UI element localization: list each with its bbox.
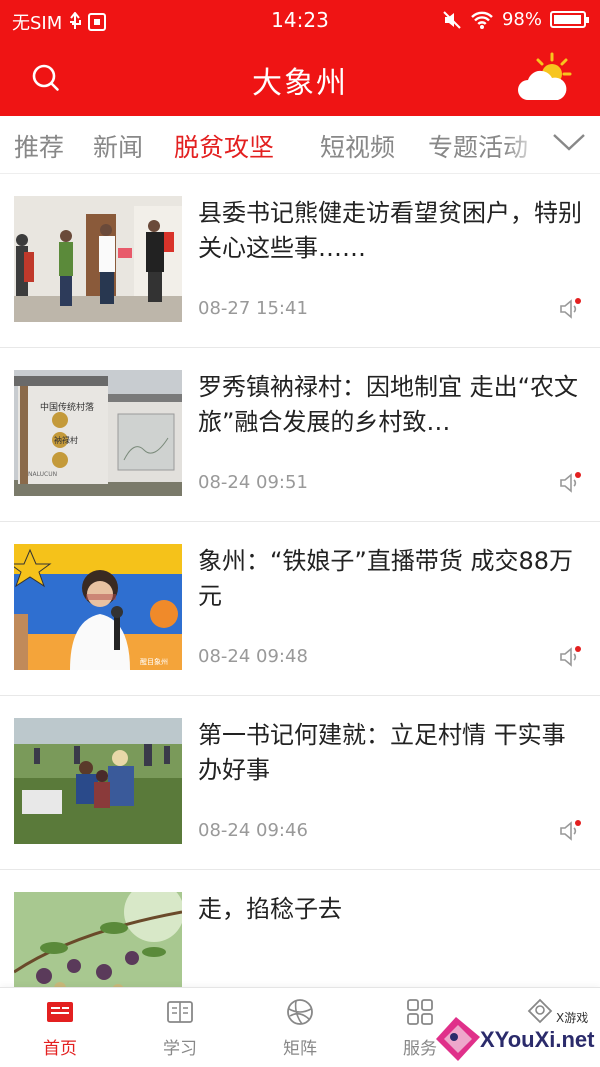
news-list: 县委书记熊健走访看望贫困户，特别关心这些事…… 08-27 15:41 中国传统… <box>0 174 600 1044</box>
status-bar: 无SIM 14:23 98% <box>0 0 600 40</box>
site-watermark: X游戏 XYouXi.net <box>430 1005 600 1067</box>
news-time: 08-27 15:41 <box>198 298 308 319</box>
home-news-icon <box>47 1002 73 1022</box>
tabbar-matrix[interactable]: 矩阵 <box>240 988 360 1067</box>
news-item[interactable]: 醒目象州 象州：“铁娘子”直播带货 成交88万元 08-24 09:48 <box>0 522 600 696</box>
news-headline: 罗秀镇衲禄村：因地制宜 走出“农文旅”融合发展的乡村致… <box>198 373 579 436</box>
tabbar-study[interactable]: 学习 <box>120 988 240 1067</box>
tab-poverty-alleviation[interactable]: 脱贫攻坚 <box>174 128 274 164</box>
tabbar-label: 学习 <box>163 1039 197 1059</box>
news-item[interactable]: 中国传统村落 衲禄村 NALUCUN 罗秀镇衲禄村：因地制宜 走出“农文旅”融合… <box>0 348 600 522</box>
news-headline: 象州：“铁娘子”直播带货 成交88万元 <box>198 547 574 610</box>
speaker-icon[interactable] <box>558 819 582 843</box>
mute-icon <box>443 10 461 29</box>
partly-sunny-icon[interactable] <box>514 50 572 106</box>
tabs-fade <box>504 116 544 173</box>
thumb-text: NALUCUN <box>28 471 57 478</box>
news-thumbnail <box>14 718 182 844</box>
watermark-small-text: X游戏 <box>556 1011 589 1025</box>
battery-percent: 98% <box>501 9 542 30</box>
tabbar-label: 矩阵 <box>283 1039 317 1059</box>
category-tabs: 推荐 新闻 脱贫攻坚 短视频 专题活动 <box>0 116 600 174</box>
chevron-down-icon <box>553 134 585 151</box>
news-headline: 县委书记熊健走访看望贫困户，特别关心这些事…… <box>198 199 582 262</box>
thumb-text: 中国传统村落 <box>40 401 94 413</box>
news-item[interactable]: 第一书记何建就：立足村情 干实事 办好事 08-24 09:46 <box>0 696 600 870</box>
thumb-text: 醒目象州 <box>140 657 168 666</box>
wifi-icon <box>471 11 493 29</box>
book-icon <box>167 1001 193 1023</box>
news-item[interactable]: 县委书记熊健走访看望贫困户，特别关心这些事…… 08-27 15:41 <box>0 174 600 348</box>
battery-icon <box>550 11 589 28</box>
watermark-logo-icon <box>436 1017 480 1061</box>
news-time: 08-24 09:46 <box>198 820 308 841</box>
battery-level-fill <box>554 15 581 24</box>
tab-news[interactable]: 新闻 <box>93 128 143 164</box>
speaker-icon[interactable] <box>558 645 582 669</box>
app-header: 大象州 <box>0 40 600 116</box>
news-thumbnail <box>14 196 182 322</box>
news-thumbnail: 醒目象州 <box>14 544 182 670</box>
tabbar-home[interactable]: 首页 <box>0 988 120 1067</box>
watermark-text: XYouXi.net <box>480 1027 595 1052</box>
news-headline: 第一书记何建就：立足村情 干实事 办好事 <box>198 721 566 784</box>
globe-icon <box>287 999 313 1025</box>
news-time: 08-24 09:51 <box>198 472 308 493</box>
news-headline: 走，掐稔子去 <box>198 895 342 923</box>
app-title: 大象州 <box>252 66 348 101</box>
tab-short-video[interactable]: 短视频 <box>320 128 395 164</box>
speaker-icon[interactable] <box>558 471 582 495</box>
speaker-icon[interactable] <box>558 297 582 321</box>
tabbar-label: 首页 <box>43 1039 77 1059</box>
tabs-expand-button[interactable] <box>540 116 600 173</box>
news-time: 08-24 09:48 <box>198 646 308 667</box>
news-thumbnail: 中国传统村落 衲禄村 NALUCUN <box>14 370 182 496</box>
thumb-text: 衲禄村 <box>54 435 78 445</box>
tab-recommend[interactable]: 推荐 <box>14 128 64 164</box>
